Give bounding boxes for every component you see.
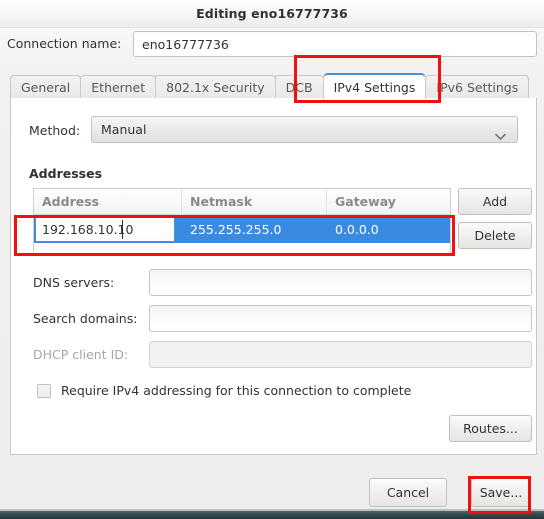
address-cell-value: 192.168.10.10 (42, 221, 134, 237)
cancel-button[interactable]: Cancel (369, 478, 447, 507)
connection-name-input[interactable] (133, 31, 537, 57)
column-header-gateway[interactable]: Gateway (327, 189, 450, 214)
ipv4-settings-panel: Method: Manual Addresses Address Netmask… (10, 98, 537, 455)
search-domains-input[interactable] (149, 305, 532, 332)
routes-button[interactable]: Routes... (449, 415, 532, 442)
addresses-table[interactable]: Address Netmask Gateway 192.168.10.10 25… (33, 188, 451, 255)
table-header-row: Address Netmask Gateway (34, 189, 450, 215)
dhcp-client-id-input (149, 341, 532, 368)
address-cell-editor[interactable]: 192.168.10.10 (35, 216, 175, 242)
chevron-down-icon (495, 126, 506, 140)
dialog-window: Editing eno16777736 Connection name: Gen… (0, 0, 544, 519)
method-dropdown[interactable]: Manual (91, 116, 518, 143)
add-address-button[interactable]: Add (458, 188, 532, 215)
search-domains-label: Search domains: (33, 311, 138, 326)
cell-address[interactable]: 192.168.10.10 (34, 215, 182, 243)
connection-name-label: Connection name: (7, 36, 122, 51)
dns-servers-input[interactable] (149, 269, 532, 296)
title-bar: Editing eno16777736 (0, 0, 544, 28)
tab-ipv4-settings[interactable]: IPv4 Settings (322, 73, 427, 100)
connection-name-row: Connection name: (0, 30, 544, 60)
save-button[interactable]: Save... (471, 478, 531, 507)
dhcp-client-id-label: DHCP client ID: (33, 347, 129, 362)
require-ipv4-row[interactable]: Require IPv4 addressing for this connect… (37, 383, 411, 398)
tab-ethernet[interactable]: Ethernet (80, 75, 157, 99)
delete-address-button[interactable]: Delete (458, 222, 532, 249)
method-selected-value: Manual (101, 122, 147, 137)
column-header-address[interactable]: Address (34, 189, 182, 214)
desktop-background-strip (0, 511, 544, 519)
tab-8021x-security[interactable]: 802.1x Security (155, 75, 276, 99)
method-label: Method: (29, 123, 81, 138)
text-caret (122, 220, 123, 239)
tab-strip: General Ethernet 802.1x Security DCB IPv… (10, 73, 537, 100)
require-ipv4-label: Require IPv4 addressing for this connect… (61, 383, 412, 398)
dns-servers-label: DNS servers: (33, 275, 115, 290)
column-header-netmask[interactable]: Netmask (182, 189, 327, 214)
table-empty-area (34, 243, 450, 254)
tab-general[interactable]: General (10, 75, 82, 99)
tab-dcb[interactable]: DCB (274, 75, 324, 99)
addresses-section-label: Addresses (29, 166, 103, 181)
window-title: Editing eno16777736 (196, 6, 348, 21)
cell-gateway[interactable]: 0.0.0.0 (327, 215, 450, 243)
require-ipv4-checkbox[interactable] (37, 383, 51, 398)
tab-ipv6-settings[interactable]: IPv6 Settings (425, 75, 530, 99)
cell-netmask[interactable]: 255.255.255.0 (182, 215, 327, 243)
table-row[interactable]: 192.168.10.10 255.255.255.0 0.0.0.0 (34, 215, 450, 243)
